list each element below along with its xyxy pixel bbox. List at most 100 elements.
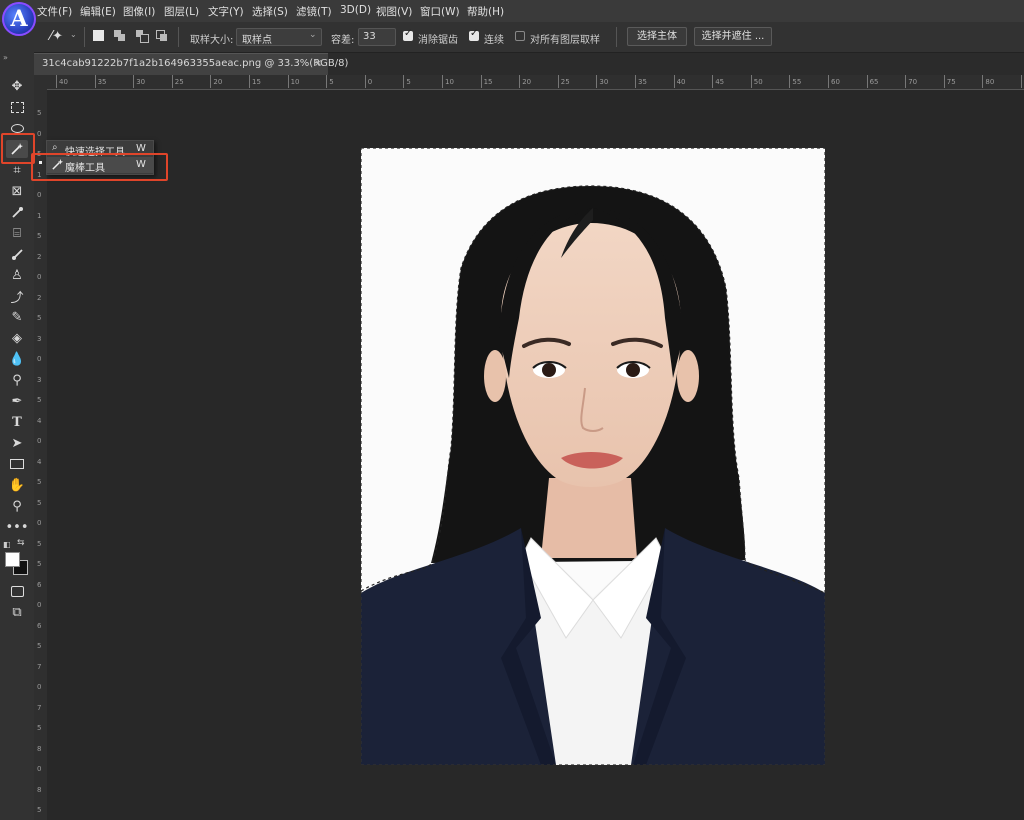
menu-window[interactable]: 窗口(W) (420, 4, 460, 19)
ruler-tick-label: 25 (557, 75, 570, 88)
antialias-checkbox[interactable] (403, 28, 413, 41)
collapse-icon[interactable]: » (3, 53, 8, 62)
menu-layer[interactable]: 图层(L) (164, 4, 199, 19)
ruler-tick-label: 7 (37, 703, 42, 712)
menu-help[interactable]: 帮助(H) (467, 4, 504, 19)
menu-file[interactable]: 文件(F) (37, 4, 72, 19)
brush-tool-icon[interactable] (6, 245, 28, 263)
ruler-tick-label: 40 (56, 75, 68, 88)
frame-tool-icon[interactable]: ⊠ (6, 182, 28, 200)
ruler-tick-label: 30 (133, 75, 146, 88)
ruler-tick-label: 20 (210, 75, 223, 88)
menu-edit[interactable]: 编辑(E) (80, 4, 116, 19)
clone-stamp-tool-icon[interactable]: ♙ (6, 266, 28, 284)
ruler-tick-label: 40 (673, 75, 686, 88)
more-tools-icon[interactable]: ••• (6, 518, 29, 536)
portrait-image[interactable] (361, 148, 825, 765)
ruler-tick-label: 5 (37, 724, 42, 732)
select-subject-button[interactable]: 选择主体 (627, 27, 687, 46)
ruler-tick-label: 70 (905, 75, 918, 88)
document-tab-bar: 31c4cab91222b7f1a2b164963355aeac.png @ 3… (34, 53, 1024, 76)
ruler-tick-label: 45 (712, 75, 725, 88)
menu-type[interactable]: 文字(Y) (208, 4, 244, 19)
sample-size-label: 取样大小: (190, 35, 234, 46)
ruler-tick-label: 5 (37, 806, 42, 814)
ruler-tick-label: 8 (37, 785, 42, 794)
divider (616, 27, 617, 47)
chevron-down-icon[interactable]: ⌄ (70, 30, 77, 39)
sample-all-layers-label: 对所有图层取样 (530, 35, 600, 46)
default-colors-icon[interactable]: ◧ (3, 540, 11, 549)
sample-size-value: 取样点 (242, 35, 272, 46)
ruler-tick-label: 0 (37, 191, 42, 199)
ruler-corner (34, 75, 47, 89)
foreground-color-swatch[interactable] (5, 552, 20, 567)
ruler-tick-label: 5 (325, 75, 334, 88)
ruler-tick-label: 20 (519, 75, 532, 88)
menu-3d[interactable]: 3D(D) (340, 4, 371, 16)
ruler-tick-label: 75 (943, 75, 956, 88)
vertical-ruler[interactable]: 50510152025303540455055606570758085 (34, 89, 48, 820)
swap-colors-icon[interactable]: ⇆ (17, 538, 25, 548)
intersect-selection-icon[interactable] (156, 30, 167, 41)
contiguous-label: 连续 (484, 35, 504, 46)
move-tool-icon[interactable]: ✥ (6, 77, 28, 95)
pen-tool-icon[interactable]: ✒ (6, 392, 28, 410)
ruler-tick-label: 35 (94, 75, 107, 88)
new-selection-icon[interactable] (93, 30, 104, 41)
ruler-tick-label: 0 (364, 75, 373, 88)
ruler-tick-label: 0 (37, 601, 42, 609)
add-to-selection-icon[interactable] (114, 30, 125, 41)
app-logo[interactable]: A (2, 2, 36, 36)
menu-image[interactable]: 图像(I) (123, 4, 155, 19)
rectangle-tool-icon[interactable] (6, 455, 28, 473)
eraser-tool-icon[interactable]: ✎ (6, 308, 28, 326)
type-tool-icon[interactable]: T (6, 413, 28, 431)
ruler-tick-label: 15 (480, 75, 493, 88)
logo-letter: A (10, 6, 28, 32)
menu-view[interactable]: 视图(V) (376, 4, 412, 19)
contiguous-checkbox[interactable] (469, 28, 479, 41)
screen-mode-icon[interactable]: ⧉ (6, 603, 28, 621)
document-tab-title: 31c4cab91222b7f1a2b164963355aeac.png @ 3… (42, 58, 349, 69)
path-selection-tool-icon[interactable]: ➤ (6, 434, 28, 452)
ruler-tick-label: 5 (37, 539, 42, 548)
ruler-tick-label: 5 (37, 232, 42, 240)
ruler-tick-label: 35 (635, 75, 647, 88)
ruler-tick-label: 30 (596, 75, 609, 88)
chevron-down-icon: ⌄ (309, 30, 317, 40)
hand-tool-icon[interactable]: ✋ (6, 476, 28, 494)
ruler-tick-label: 5 (37, 498, 42, 507)
menu-select[interactable]: 选择(S) (252, 4, 288, 19)
blur-tool-icon[interactable]: 💧 (6, 350, 28, 368)
ruler-tick-label: 0 (37, 683, 42, 691)
highlight-box-tool (1, 133, 35, 164)
close-icon[interactable]: × (314, 58, 322, 69)
highlight-box-menu-item (31, 153, 168, 181)
subtract-from-selection-icon[interactable] (136, 30, 149, 43)
quick-mask-icon[interactable] (6, 582, 28, 600)
history-brush-tool-icon[interactable]: ⤴ (6, 287, 28, 306)
zoom-tool-icon[interactable]: ⚲ (6, 497, 28, 515)
ruler-tick-label: 0 (37, 519, 42, 527)
magic-wand-preset-icon[interactable]: ⁄✦ (50, 29, 63, 44)
dodge-tool-icon[interactable]: ⚲ (6, 371, 28, 389)
select-and-mask-button[interactable]: 选择并遮住 ... (694, 27, 772, 46)
ruler-tick-label: 80 (982, 75, 995, 88)
tolerance-input[interactable]: 33 (358, 28, 396, 46)
sample-size-select[interactable]: 取样点 ⌄ (236, 28, 322, 46)
horizontal-ruler[interactable]: 40 35 30 25 20 15 10 5 0 5 10 15 20 25 30 35 40 45 50 55 60 6… (47, 75, 1024, 90)
ruler-tick-label: 5 (37, 314, 42, 322)
ruler-tick-label: 3 (37, 375, 42, 384)
paint-bucket-tool-icon[interactable]: ◈ (6, 329, 28, 347)
marquee-tool-icon[interactable] (6, 98, 28, 116)
sample-all-layers-checkbox[interactable] (515, 31, 525, 41)
ruler-tick-label: 25 (171, 75, 184, 88)
healing-brush-tool-icon[interactable]: ⌸ (6, 224, 28, 242)
menu-filter[interactable]: 滤镜(T) (296, 4, 332, 19)
document-tab[interactable]: 31c4cab91222b7f1a2b164963355aeac.png @ 3… (34, 53, 348, 76)
eyedropper-tool-icon[interactable] (6, 203, 28, 221)
ruler-tick-label: 5 (37, 396, 42, 404)
options-bar: ⁄✦ ⌄ 取样大小: 取样点 ⌄ 容差: 33 消除锯齿 连续 对所有图层取样 … (0, 22, 1024, 53)
ruler-tick-label: 0 (37, 355, 42, 363)
